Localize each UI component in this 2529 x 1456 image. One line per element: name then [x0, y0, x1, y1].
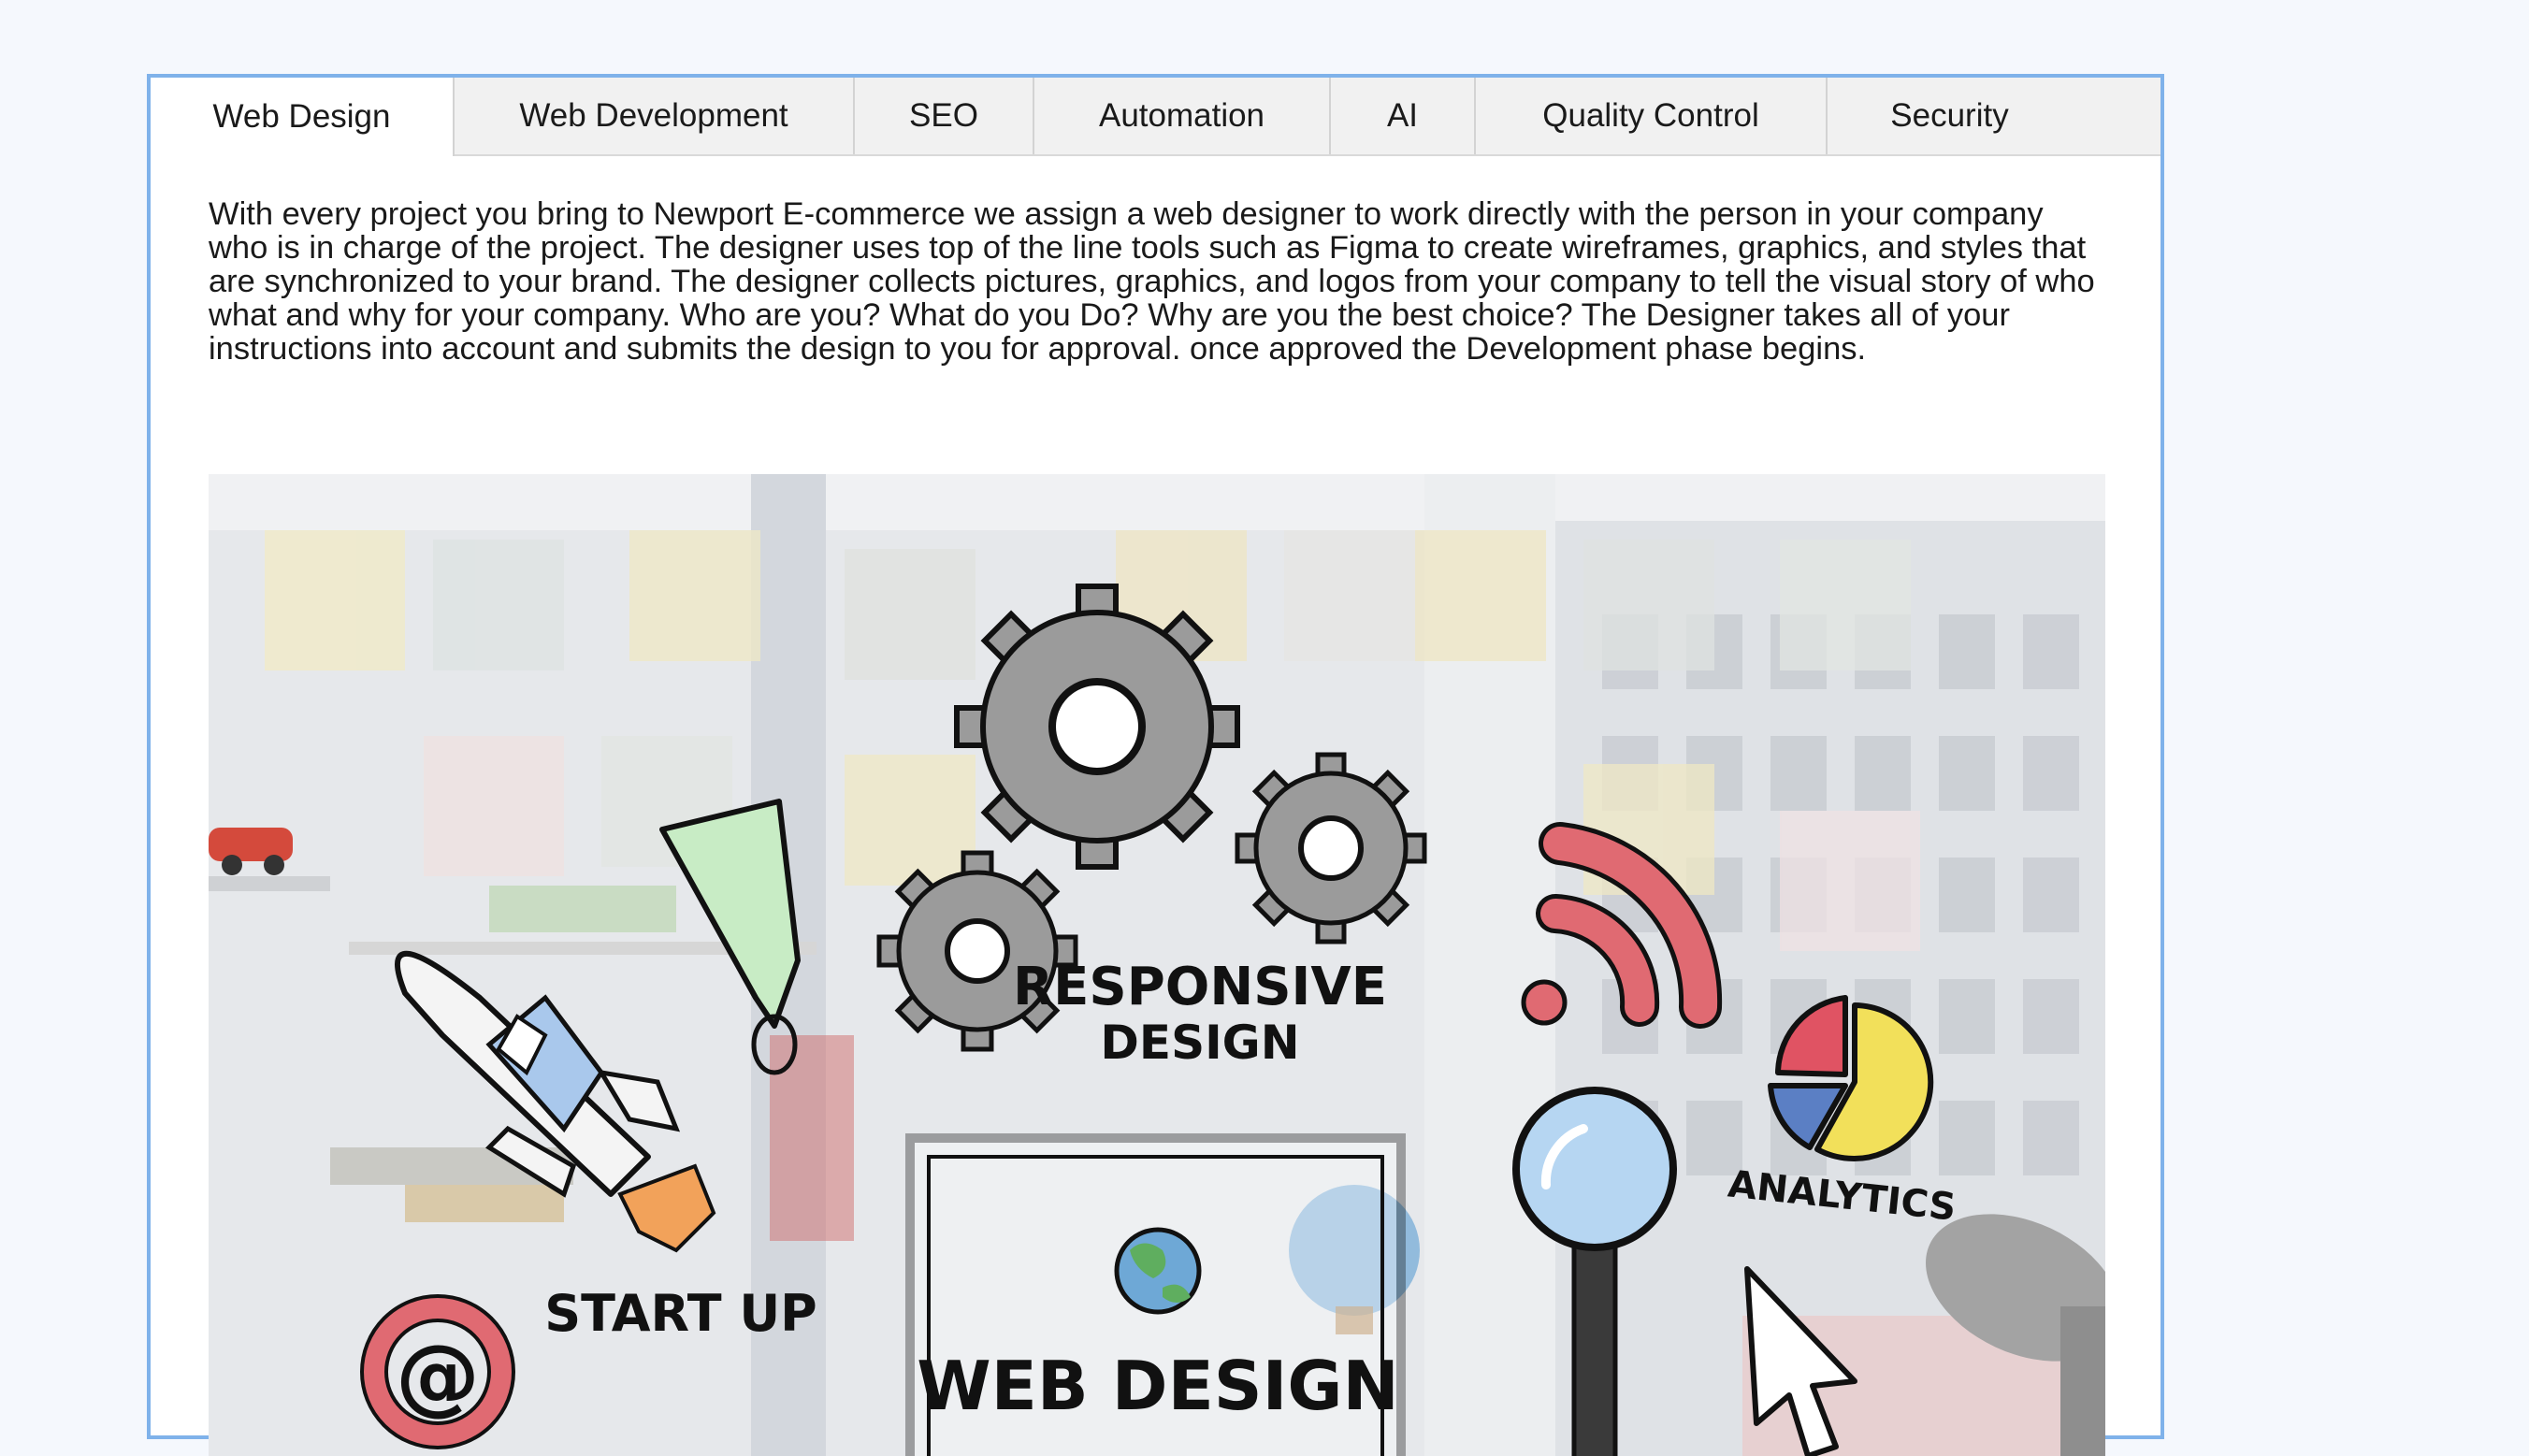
gear-icon: [1235, 752, 1427, 944]
gear-icon: [876, 850, 1078, 1052]
tab-automation[interactable]: Automation: [1034, 78, 1331, 154]
tab-ai[interactable]: AI: [1331, 78, 1476, 154]
web-design-label: WEB DESIGN: [917, 1347, 1399, 1425]
tab-web-design[interactable]: Web Design: [151, 78, 455, 156]
tab-web-development[interactable]: Web Development: [455, 78, 855, 154]
tab-quality-control[interactable]: Quality Control: [1476, 78, 1828, 154]
tab-seo[interactable]: SEO: [855, 78, 1034, 154]
web-design-illustration: @ RESPONSIVE DESIGN ANALYTICS START UP W…: [209, 474, 2105, 1456]
responsive-label-line2: DESIGN: [1100, 1016, 1299, 1070]
start-up-label: START UP: [544, 1284, 817, 1343]
tab-security[interactable]: Security: [1828, 78, 2072, 154]
tab-panel: Web Design Web Development SEO Automatio…: [147, 74, 2164, 1456]
at-sign-label: @: [396, 1327, 480, 1425]
gear-icon: [954, 584, 1240, 870]
tab-description: With every project you bring to Newport …: [209, 196, 2095, 367]
tab-bar: Web Design Web Development SEO Automatio…: [151, 78, 2160, 156]
responsive-label-line1: RESPONSIVE: [1013, 957, 1387, 1017]
